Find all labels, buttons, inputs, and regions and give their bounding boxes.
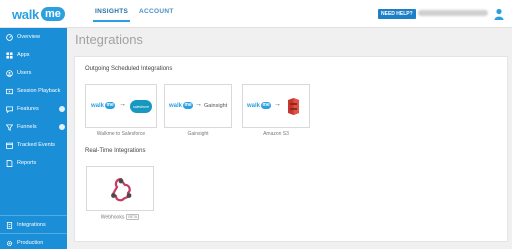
- logo-word: walk: [12, 6, 39, 22]
- sidebar-item-label: Apps: [17, 52, 30, 58]
- outgoing-section-title: Outgoing Scheduled Integrations: [85, 66, 173, 72]
- gauge-icon: [2, 33, 16, 41]
- page-title: Integrations: [75, 32, 143, 47]
- sidebar-item-label: Features: [17, 106, 39, 112]
- walkme-mini-logo: walk me: [91, 102, 116, 109]
- salesforce-logo: salesforce: [130, 100, 152, 113]
- walkme-mini-logo: walk me: [247, 102, 272, 109]
- sidebar-item-production[interactable]: Production: [0, 234, 67, 249]
- sidebar-item-overview[interactable]: Overview: [0, 28, 67, 46]
- top-bar: walk me INSIGHTS ACCOUNT NEED HELP?: [0, 0, 512, 28]
- sidebar-item-integrations[interactable]: Integrations: [0, 216, 67, 234]
- sidebar-item-apps[interactable]: Apps: [0, 46, 67, 64]
- sidebar-item-reports[interactable]: Reports: [0, 154, 67, 172]
- need-help-button[interactable]: NEED HELP?: [378, 9, 416, 19]
- tab-insights[interactable]: INSIGHTS: [92, 8, 131, 22]
- sidebar-item-label: Users: [17, 70, 32, 76]
- integration-tile-salesforce[interactable]: walk me → salesforce: [85, 84, 157, 128]
- features-icon: [2, 105, 16, 113]
- sidebar-item-funnels[interactable]: Funnels: [0, 118, 67, 136]
- sidebar-item-session-playback[interactable]: Session Playback: [0, 82, 67, 100]
- sidebar: Overview Apps Users Session Playback Fea…: [0, 28, 67, 249]
- walkme-badge: me: [183, 102, 194, 109]
- sidebar-item-tracked-events[interactable]: Tracked Events: [0, 136, 67, 154]
- sidebar-item-label: Production: [17, 240, 44, 246]
- sidebar-item-label: Tracked Events: [17, 142, 56, 148]
- user-icon: [2, 69, 16, 77]
- sidebar-item-features[interactable]: Features: [0, 100, 67, 118]
- funnels-indicator-icon: [59, 124, 65, 130]
- features-indicator-icon: [59, 106, 65, 112]
- walkme-word: walk: [91, 102, 105, 109]
- integrations-icon: [2, 221, 16, 229]
- sidebar-item-label: Funnels: [17, 124, 37, 130]
- sidebar-item-users[interactable]: Users: [0, 64, 67, 82]
- logo-badge: me: [40, 7, 65, 21]
- walkme-badge: me: [261, 102, 272, 109]
- gear-icon: [2, 240, 16, 247]
- walkme-logo[interactable]: walk me: [12, 6, 65, 22]
- integration-tile-amazon-s3[interactable]: walk me →: [242, 84, 310, 128]
- gainsight-logo: Gainsight: [204, 103, 228, 109]
- sidebar-item-label: Reports: [17, 160, 37, 166]
- tile-caption: Amazon S3: [263, 131, 289, 137]
- tile-caption: Webhooks BETA: [86, 214, 154, 220]
- integration-tile-gainsight[interactable]: walk me → Gainsight: [164, 84, 232, 128]
- sidebar-item-label: Session Playback: [17, 88, 61, 94]
- sidebar-item-label: Overview: [17, 34, 40, 40]
- amazon-s3-icon: [288, 98, 299, 115]
- integrations-card: Outgoing Scheduled Integrations walk me →…: [74, 56, 508, 242]
- tile-caption: Walkme to Salesforce: [96, 131, 146, 137]
- webhook-icon: [111, 177, 132, 202]
- user-name-redacted: [418, 10, 488, 16]
- arrow-right-icon: →: [119, 101, 126, 108]
- arrow-right-icon: →: [274, 101, 281, 108]
- tab-account[interactable]: ACCOUNT: [139, 8, 174, 15]
- walkme-mini-logo: walk me: [169, 102, 194, 109]
- funnel-icon: [2, 123, 16, 131]
- sidebar-item-label: Integrations: [17, 222, 46, 228]
- walkme-word: walk: [169, 102, 183, 109]
- user-avatar-icon[interactable]: [494, 8, 504, 20]
- events-icon: [2, 142, 16, 149]
- integration-tile-webhooks[interactable]: [86, 166, 154, 211]
- beta-badge: BETA: [126, 214, 140, 220]
- walkme-badge: me: [105, 102, 116, 109]
- realtime-section-title: Real-Time Integrations: [85, 148, 146, 154]
- play-icon: [2, 88, 16, 95]
- tile-caption: Gainsight: [187, 131, 209, 137]
- arrow-right-icon: →: [195, 101, 202, 108]
- walkme-word: walk: [247, 102, 261, 109]
- reports-icon: [2, 159, 16, 167]
- webhooks-caption: Webhooks: [100, 214, 125, 221]
- grid-icon: [2, 51, 16, 59]
